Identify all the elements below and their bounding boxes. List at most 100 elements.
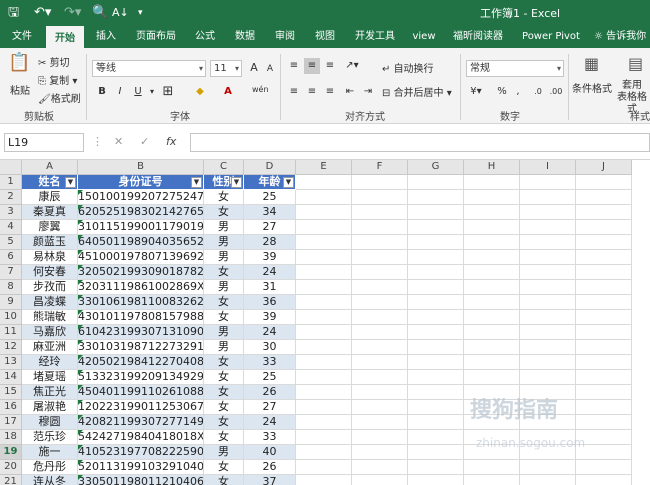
table-cell[interactable]: 男	[204, 280, 244, 295]
table-cell[interactable]: 24	[244, 325, 296, 340]
conditional-format-button[interactable]: 条件格式	[572, 80, 612, 95]
empty-cell[interactable]	[576, 265, 632, 280]
row-header[interactable]: 16	[0, 400, 22, 415]
tab-foxit[interactable]: 福昕阅读器	[448, 26, 508, 48]
italic-button[interactable]: I	[112, 84, 128, 100]
table-cell[interactable]: 男	[204, 340, 244, 355]
empty-cell[interactable]	[296, 220, 352, 235]
empty-cell[interactable]	[464, 340, 520, 355]
empty-cell[interactable]	[352, 190, 408, 205]
empty-cell[interactable]	[408, 400, 464, 415]
empty-cell[interactable]	[520, 325, 576, 340]
row-header[interactable]: 10	[0, 310, 22, 325]
column-header[interactable]: B	[78, 160, 204, 175]
align-middle-icon[interactable]: ≡	[304, 58, 320, 74]
table-cell[interactable]: 25	[244, 370, 296, 385]
table-cell[interactable]: 26	[244, 385, 296, 400]
table-cell[interactable]: 马嘉欣	[22, 325, 78, 340]
table-cell[interactable]: 32031119861002869X	[78, 280, 204, 295]
table-cell[interactable]: 危丹彤	[22, 460, 78, 475]
table-cell[interactable]: 330501198011210406	[78, 475, 204, 485]
table-cell[interactable]: 31	[244, 280, 296, 295]
undo-icon[interactable]: ↶▾	[34, 4, 51, 22]
empty-cell[interactable]	[520, 250, 576, 265]
align-top-icon[interactable]: ≡	[286, 58, 302, 74]
table-cell[interactable]: 女	[204, 415, 244, 430]
empty-cell[interactable]	[352, 220, 408, 235]
conditional-format-icon[interactable]: ▦	[584, 54, 599, 73]
row-header[interactable]: 19	[0, 445, 22, 460]
empty-cell[interactable]	[408, 460, 464, 475]
empty-cell[interactable]	[408, 235, 464, 250]
empty-cell[interactable]	[296, 340, 352, 355]
empty-cell[interactable]	[296, 385, 352, 400]
table-cell[interactable]: 39	[244, 250, 296, 265]
row-header[interactable]: 9	[0, 295, 22, 310]
empty-cell[interactable]	[576, 475, 632, 485]
table-cell[interactable]: 焦正光	[22, 385, 78, 400]
empty-cell[interactable]	[576, 280, 632, 295]
table-cell[interactable]: 麻亚洲	[22, 340, 78, 355]
empty-cell[interactable]	[352, 355, 408, 370]
phonetic-button[interactable]: wén	[252, 82, 269, 98]
tab-insert[interactable]: 插入	[88, 26, 124, 48]
comma-button[interactable]: ,	[510, 84, 526, 100]
table-cell[interactable]: 步孜而	[22, 280, 78, 295]
table-cell[interactable]: 120223199011253067	[78, 400, 204, 415]
empty-cell[interactable]	[296, 325, 352, 340]
empty-cell[interactable]	[576, 325, 632, 340]
row-header[interactable]: 17	[0, 415, 22, 430]
table-cell[interactable]: 女	[204, 460, 244, 475]
table-cell[interactable]: 420821199307277149	[78, 415, 204, 430]
table-cell[interactable]: 廖翼	[22, 220, 78, 235]
empty-cell[interactable]	[296, 235, 352, 250]
table-cell[interactable]: 男	[204, 250, 244, 265]
empty-cell[interactable]	[520, 220, 576, 235]
empty-cell[interactable]	[296, 355, 352, 370]
table-cell[interactable]: 150100199207275247	[78, 190, 204, 205]
column-header[interactable]: D	[244, 160, 296, 175]
empty-cell[interactable]	[576, 250, 632, 265]
empty-cell[interactable]	[464, 265, 520, 280]
empty-cell[interactable]	[464, 175, 520, 190]
empty-cell[interactable]	[352, 235, 408, 250]
row-header[interactable]: 1	[0, 175, 22, 190]
table-cell[interactable]: 330103198712273291	[78, 340, 204, 355]
row-header[interactable]: 15	[0, 385, 22, 400]
empty-cell[interactable]	[464, 310, 520, 325]
empty-cell[interactable]	[464, 325, 520, 340]
empty-cell[interactable]	[520, 460, 576, 475]
empty-cell[interactable]	[296, 400, 352, 415]
tab-developer[interactable]: 开发工具	[350, 26, 400, 48]
increase-indent-icon[interactable]: ⇥	[360, 84, 376, 100]
tab-data[interactable]: 数据	[228, 26, 262, 48]
empty-cell[interactable]	[408, 385, 464, 400]
empty-cell[interactable]	[408, 265, 464, 280]
align-bottom-icon[interactable]: ≡	[322, 58, 338, 74]
sort-icon[interactable]: A↓	[112, 4, 129, 22]
empty-cell[interactable]	[464, 235, 520, 250]
empty-cell[interactable]	[408, 220, 464, 235]
empty-cell[interactable]	[576, 370, 632, 385]
table-cell[interactable]: 女	[204, 355, 244, 370]
table-cell[interactable]: 女	[204, 265, 244, 280]
decrease-decimal-icon[interactable]: .00	[548, 84, 564, 100]
format-as-table-icon[interactable]: ▤	[628, 54, 643, 73]
empty-cell[interactable]	[464, 280, 520, 295]
empty-cell[interactable]	[408, 325, 464, 340]
empty-cell[interactable]	[464, 355, 520, 370]
empty-cell[interactable]	[464, 460, 520, 475]
empty-cell[interactable]	[352, 175, 408, 190]
save-icon[interactable]: 🖫	[8, 4, 19, 22]
empty-cell[interactable]	[352, 475, 408, 485]
row-header[interactable]: 4	[0, 220, 22, 235]
table-cell[interactable]: 女	[204, 475, 244, 485]
align-right-icon[interactable]: ≡	[322, 84, 338, 100]
table-cell[interactable]: 24	[244, 415, 296, 430]
table-cell[interactable]: 秦夏真	[22, 205, 78, 220]
cut-button[interactable]: ✂ 剪切	[38, 54, 70, 69]
table-cell[interactable]: 女	[204, 190, 244, 205]
empty-cell[interactable]	[296, 205, 352, 220]
empty-cell[interactable]	[520, 205, 576, 220]
filter-dropdown-icon[interactable]: ▼	[231, 177, 242, 188]
